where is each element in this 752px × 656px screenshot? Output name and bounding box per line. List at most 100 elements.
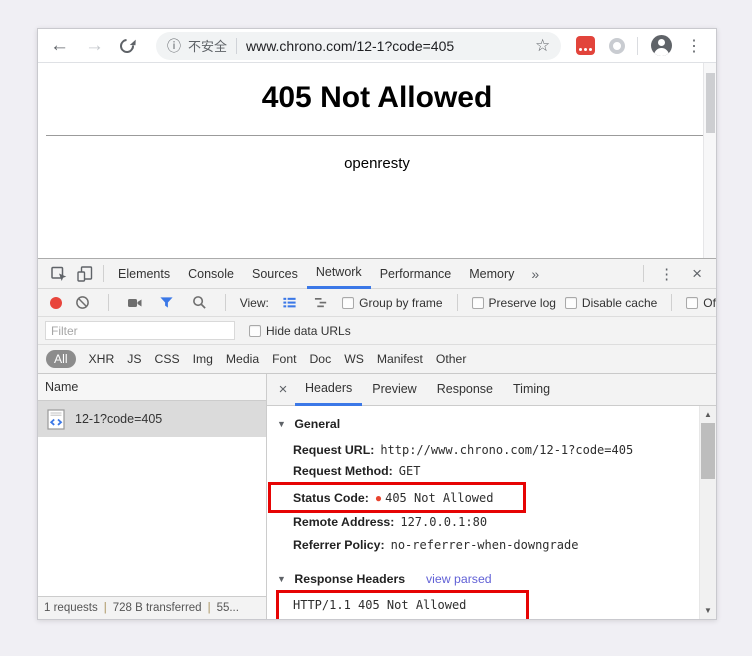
tab-response[interactable]: Response <box>427 374 503 406</box>
checkbox-icon[interactable] <box>564 296 577 309</box>
header-value: GET <box>398 464 421 478</box>
type-filter-css[interactable]: CSS <box>155 352 180 366</box>
more-tabs-icon[interactable]: » <box>523 266 547 282</box>
hide-data-urls-checkbox[interactable]: Hide data URLs <box>249 324 351 338</box>
type-filter-other[interactable]: Other <box>436 352 466 366</box>
device-toolbar-icon[interactable] <box>72 261 98 287</box>
inspect-element-icon[interactable] <box>46 261 72 287</box>
type-filter-js[interactable]: JS <box>127 352 141 366</box>
disable-cache-label: Disable cache <box>581 295 658 310</box>
browser-window: ← → ⓘ 不安全 www.chrono.com/12-1?code=405 ☆… <box>37 28 717 620</box>
checkbox-icon[interactable] <box>686 296 699 309</box>
response-headers-section-header[interactable]: ▼ Response Headers <box>277 568 405 590</box>
clear-icon[interactable] <box>71 290 94 316</box>
scroll-up-icon[interactable]: ▲ <box>700 410 716 419</box>
reload-icon[interactable] <box>117 35 137 56</box>
tabbar-divider <box>103 265 104 282</box>
header-key: Status Code: <box>293 491 369 505</box>
scroll-down-icon[interactable]: ▼ <box>700 606 716 615</box>
network-summary-bar: 1 requests | 728 B transferred | 55... <box>38 596 266 619</box>
type-filter-ws[interactable]: WS <box>344 352 364 366</box>
list-view-icon[interactable] <box>278 290 301 316</box>
record-icon[interactable] <box>50 296 62 309</box>
devtools-close-icon[interactable]: × <box>684 264 710 284</box>
details-tabbar: × Headers Preview Response Timing <box>267 374 716 406</box>
address-bar[interactable]: ⓘ 不安全 www.chrono.com/12-1?code=405 ☆ <box>155 31 562 60</box>
tab-console[interactable]: Console <box>179 259 243 289</box>
tab-preview[interactable]: Preview <box>362 374 426 406</box>
bookmark-star-icon[interactable]: ☆ <box>535 36 550 56</box>
devtools-tabbar: Elements Console Sources Network Perform… <box>38 259 716 289</box>
general-section-header[interactable]: ▼ General <box>277 413 340 435</box>
view-parsed-link[interactable]: view parsed <box>426 568 492 590</box>
browser-menu-icon[interactable]: ⋮ <box>686 36 702 56</box>
transferred-size: 728 B transferred <box>112 602 202 614</box>
request-list-panel: Name 12-1?code=405 1 requests | 728 B tr… <box>38 374 267 619</box>
tab-headers[interactable]: Headers <box>295 374 363 406</box>
toolbar-divider <box>671 294 673 311</box>
headers-content: ▼ General Request URL: http://www.chrono.… <box>267 406 716 619</box>
type-filter-doc[interactable]: Doc <box>310 352 332 366</box>
tab-elements[interactable]: Elements <box>109 259 179 289</box>
browser-toolbar: ← → ⓘ 不安全 www.chrono.com/12-1?code=405 ☆… <box>38 29 716 63</box>
http-status-line: HTTP/1.1 405 Not Allowed <box>293 594 466 616</box>
preserve-log-checkbox[interactable]: Preserve log <box>471 295 556 310</box>
request-details-panel: × Headers Preview Response Timing ▼ Gene… <box>267 374 716 619</box>
collapse-triangle-icon[interactable]: ▼ <box>277 574 286 584</box>
type-filter-img[interactable]: Img <box>193 352 213 366</box>
tab-network[interactable]: Network <box>306 259 371 289</box>
type-filter-xhr[interactable]: XHR <box>89 352 115 366</box>
capture-screenshots-icon[interactable] <box>123 290 146 316</box>
tab-sources[interactable]: Sources <box>243 259 307 289</box>
name-column-header[interactable]: Name <box>38 374 266 401</box>
header-key: Remote Address: <box>293 515 395 529</box>
back-icon[interactable]: ← <box>50 36 69 55</box>
page-scrollbar[interactable] <box>703 63 716 258</box>
url-text[interactable]: www.chrono.com/12-1?code=405 <box>246 38 535 54</box>
tabbar-divider <box>643 265 645 282</box>
hide-data-urls-label: Hide data URLs <box>266 323 351 338</box>
devtools-menu-icon[interactable]: ⋮ <box>649 265 684 283</box>
extension-icon-red[interactable] <box>576 36 596 55</box>
tab-timing[interactable]: Timing <box>503 374 560 406</box>
forward-icon[interactable]: → <box>85 36 104 55</box>
details-scrollbar[interactable]: ▲ ▼ <box>699 406 716 619</box>
group-by-frame-checkbox[interactable]: Group by frame <box>342 296 443 310</box>
summary-more: 55... <box>216 602 239 614</box>
waterfall-view-icon[interactable] <box>310 290 333 316</box>
tab-memory[interactable]: Memory <box>460 259 523 289</box>
page-scrollbar-thumb[interactable] <box>706 73 715 133</box>
view-label: View: <box>239 295 269 310</box>
omnibox-divider <box>235 37 237 54</box>
checkbox-icon[interactable] <box>342 296 355 309</box>
filter-input[interactable] <box>45 321 235 340</box>
info-icon[interactable]: ⓘ <box>167 36 181 56</box>
checkbox-icon[interactable] <box>471 296 484 309</box>
type-filter-manifest[interactable]: Manifest <box>377 352 423 366</box>
tab-performance[interactable]: Performance <box>371 259 461 289</box>
close-details-icon[interactable]: × <box>271 381 295 398</box>
preserve-log-label: Preserve log <box>488 295 556 310</box>
details-scrollbar-thumb[interactable] <box>701 423 715 479</box>
type-filter-all[interactable]: All <box>46 350 76 368</box>
header-row-status-code: Status Code: ● 405 Not Allowed <box>293 487 493 509</box>
status-dot-icon: ● <box>374 491 383 505</box>
filter-funnel-icon[interactable] <box>155 290 178 316</box>
collapse-triangle-icon[interactable]: ▼ <box>277 419 286 429</box>
search-icon[interactable] <box>188 290 211 316</box>
extension-icon-ring[interactable] <box>609 37 626 54</box>
disable-cache-checkbox[interactable]: Disable cache <box>564 295 658 310</box>
page-divider <box>46 135 708 136</box>
request-row[interactable]: 12-1?code=405 <box>38 401 266 437</box>
request-list-empty <box>38 437 266 596</box>
header-value: HTTP/1.1 405 Not Allowed <box>293 598 467 612</box>
offline-label: Of <box>703 295 716 310</box>
security-label: 不安全 <box>187 39 227 54</box>
header-row-request-url: Request URL: http://www.chrono.com/12-1?c… <box>293 439 633 461</box>
profile-avatar[interactable] <box>651 35 673 56</box>
type-filter-font[interactable]: Font <box>272 352 296 366</box>
header-row-referrer-policy: Referrer Policy: no-referrer-when-downgra… <box>293 534 578 556</box>
offline-checkbox[interactable]: Of <box>686 296 716 310</box>
type-filter-media[interactable]: Media <box>226 352 259 366</box>
checkbox-icon[interactable] <box>249 324 261 337</box>
